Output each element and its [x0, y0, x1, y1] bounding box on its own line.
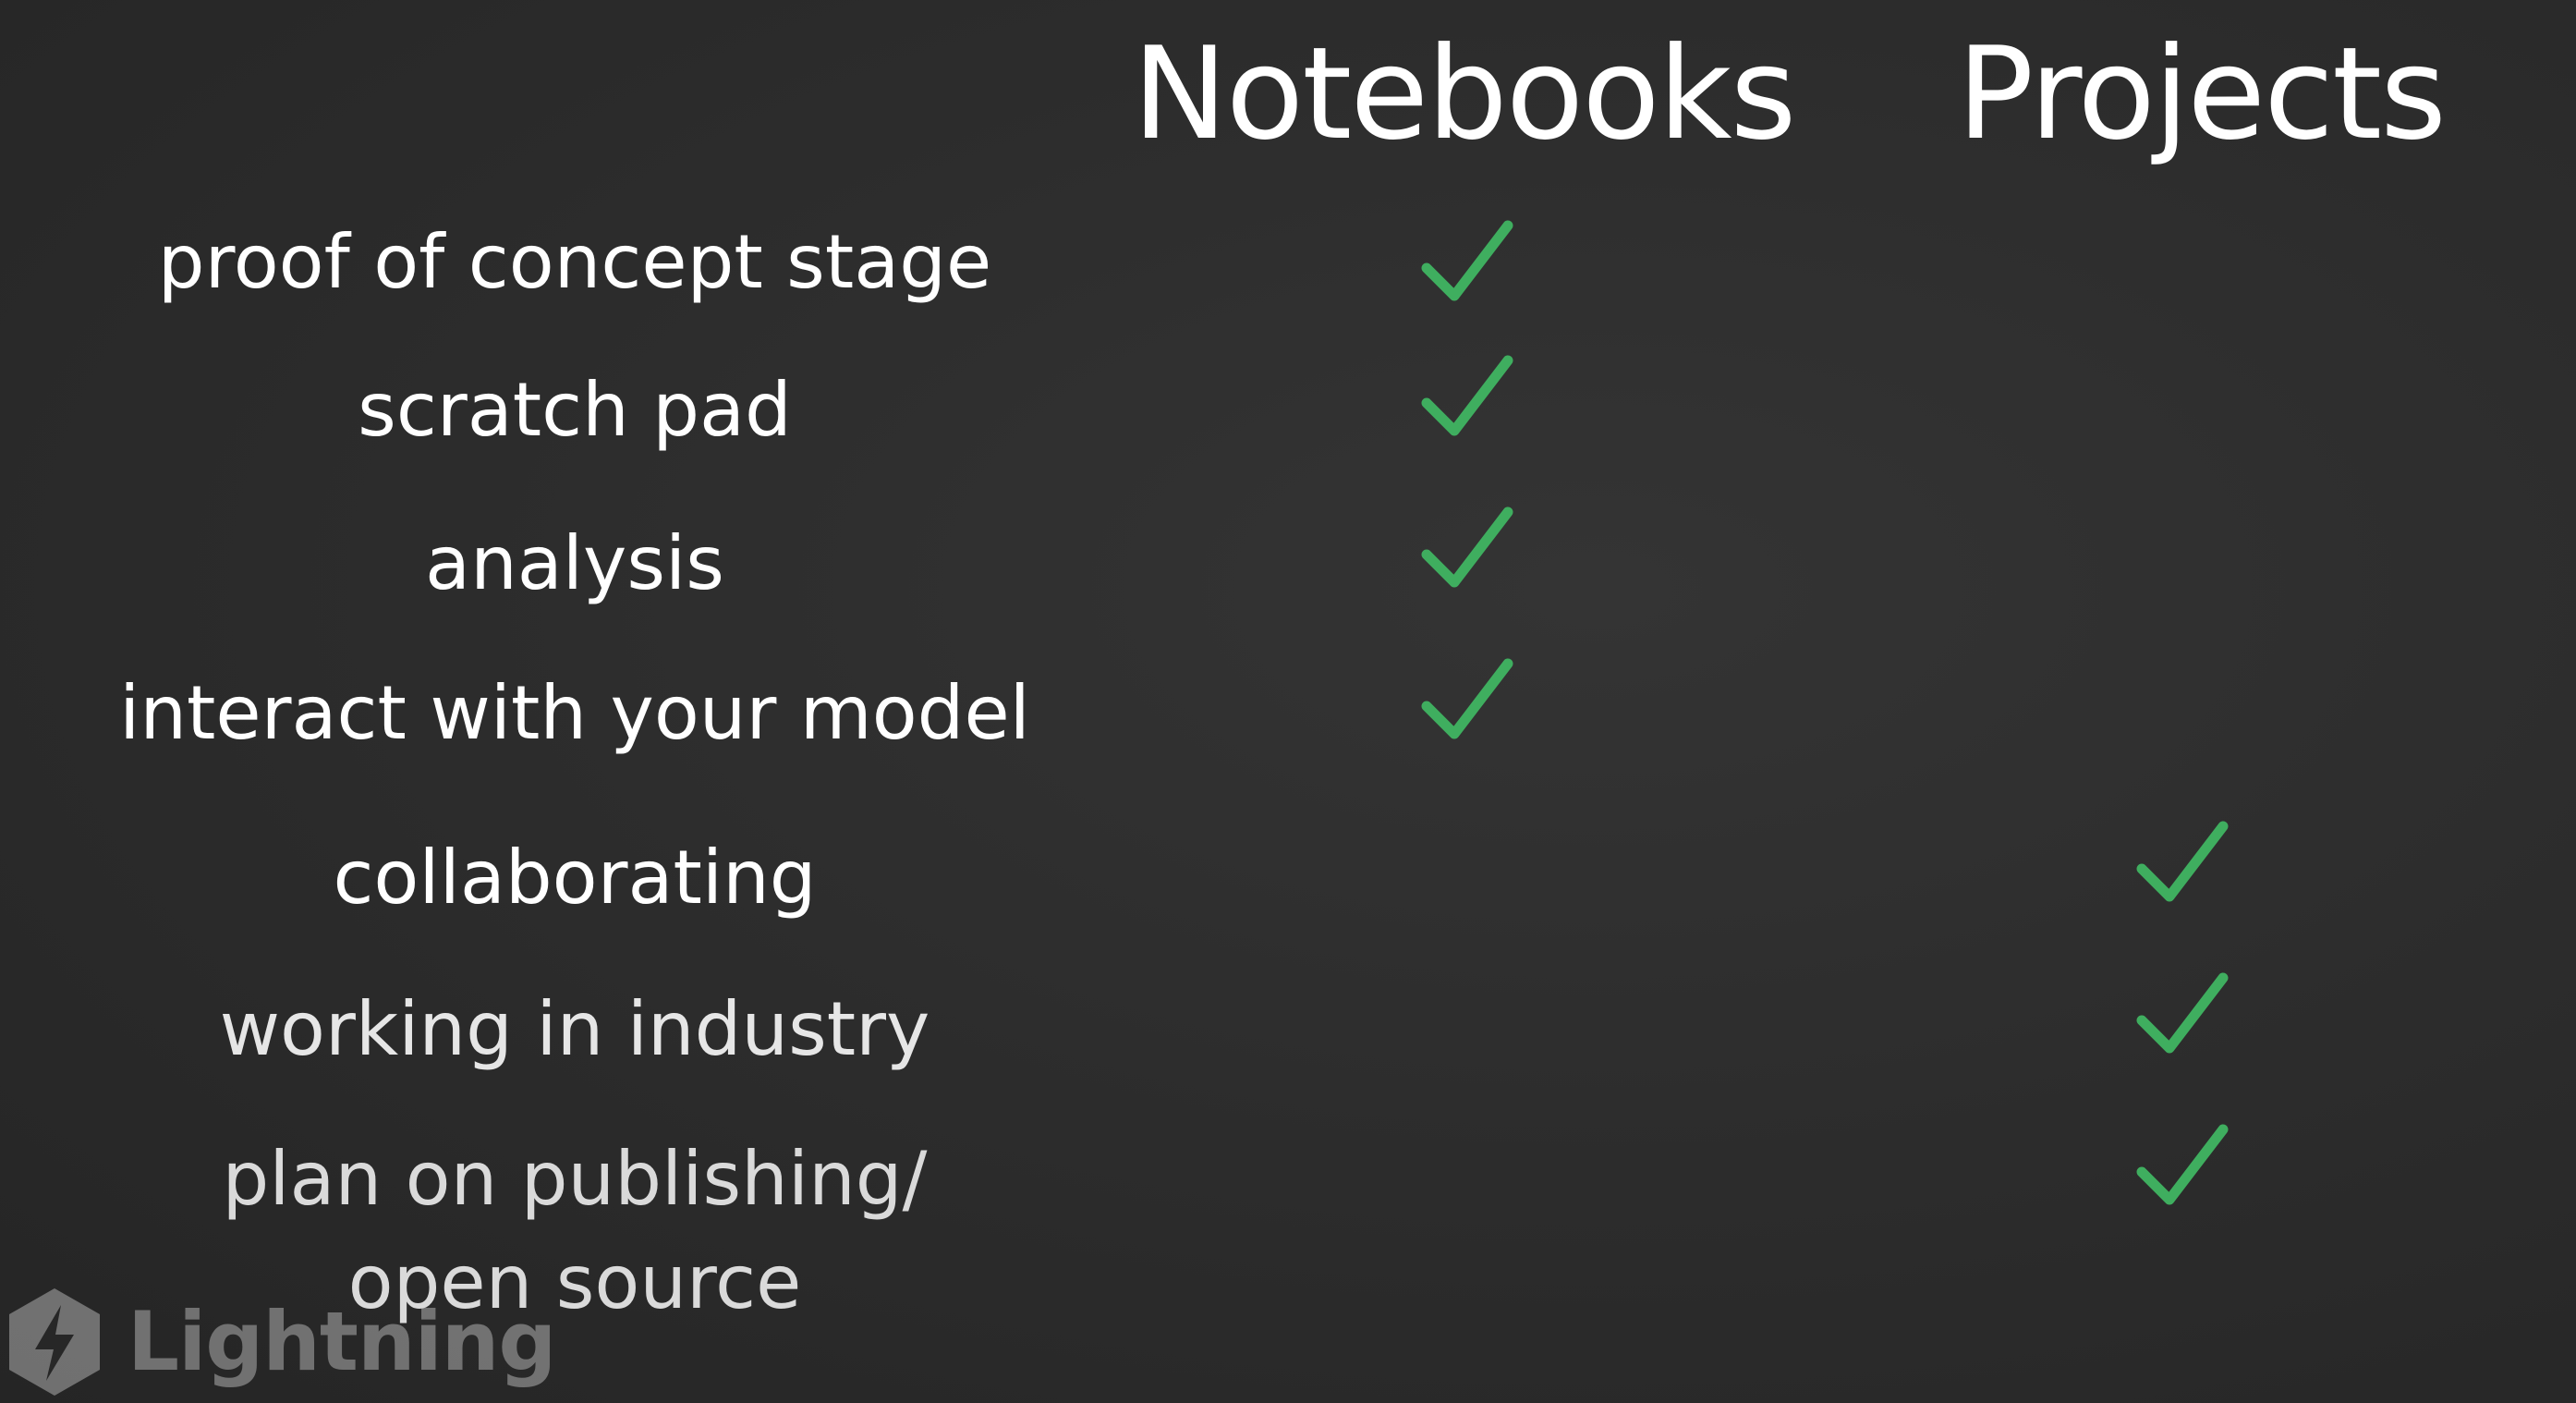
row-label-working-in-industry: working in industry [219, 986, 930, 1072]
row-label-scratch-pad: scratch pad [358, 367, 792, 453]
check-icon-projects-industry [2136, 972, 2229, 1059]
row-label-interact-with-model: interact with your model [119, 670, 1030, 756]
check-icon-notebooks-analysis [1421, 506, 1513, 593]
row-label-collaborating: collaborating [333, 835, 817, 921]
lightning-logo: Lightning [4, 1285, 556, 1399]
row-label-proof-of-concept: proof of concept stage [157, 219, 992, 305]
column-header-projects: Projects [1956, 19, 2447, 168]
check-icon-notebooks-interact [1421, 658, 1513, 745]
row-label-plan-on-publishing: plan on publishing/ [222, 1136, 928, 1222]
check-icon-notebooks-scratch-pad [1421, 355, 1513, 442]
check-icon-notebooks-proof-of-concept [1421, 220, 1513, 307]
check-icon-projects-publishing [2136, 1124, 2229, 1211]
row-label-analysis: analysis [425, 520, 724, 606]
lightning-bolt-hexagon-icon [4, 1285, 105, 1399]
logo-wordmark: Lightning [128, 1294, 556, 1389]
column-header-notebooks: Notebooks [1132, 19, 1797, 168]
check-icon-projects-collaborating [2136, 821, 2229, 908]
